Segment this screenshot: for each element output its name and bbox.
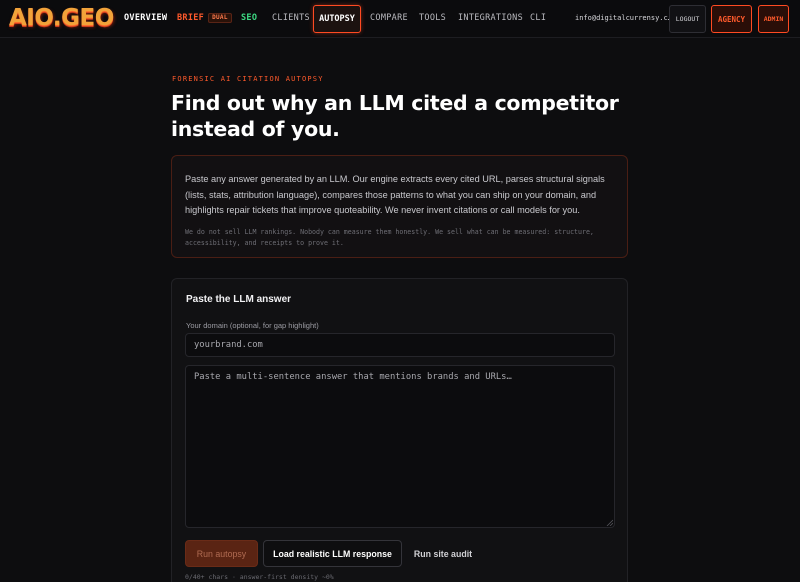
- agency-button[interactable]: AGENCY: [711, 5, 752, 33]
- run-autopsy-button[interactable]: Run autopsy: [185, 540, 258, 567]
- nav-seo[interactable]: SEO: [241, 13, 257, 24]
- nav-cli[interactable]: CLI: [530, 13, 546, 24]
- logout-button[interactable]: LOGOUT: [669, 5, 706, 33]
- run-site-audit-button[interactable]: Run site audit: [408, 540, 478, 567]
- eyebrow-label: FORENSIC AI CITATION AUTOPSY: [172, 75, 324, 83]
- intro-note: We do not sell LLM rankings. Nobody can …: [185, 227, 594, 248]
- nav-tools[interactable]: TOOLS: [419, 13, 446, 24]
- nav-compare[interactable]: COMPARE: [370, 13, 408, 24]
- page-title: Find out why an LLM cited a competitor i…: [171, 91, 619, 141]
- domain-input[interactable]: [185, 333, 615, 357]
- char-count-meta: 0/40+ chars · answer-first density ~0%: [185, 573, 334, 581]
- user-email: info@digitalcurrensy.c…: [575, 14, 672, 22]
- nav-brief[interactable]: BRIEF DUAL: [177, 13, 232, 24]
- domain-label: Your domain (optional, for gap highlight…: [186, 321, 319, 330]
- resize-handle-icon[interactable]: [606, 519, 613, 526]
- logo[interactable]: AIO.GEO: [9, 5, 114, 31]
- nav-brief-label: BRIEF: [177, 13, 205, 23]
- load-sample-button[interactable]: Load realistic LLM response: [263, 540, 402, 567]
- admin-button[interactable]: ADMIN: [758, 5, 789, 33]
- intro-text: Paste any answer generated by an LLM. Ou…: [185, 174, 605, 215]
- dual-badge: DUAL: [208, 13, 232, 23]
- form-title: Paste the LLM answer: [186, 294, 292, 305]
- answer-textarea[interactable]: [185, 365, 615, 528]
- autopsy-form-card: Paste the LLM answer Your domain (option…: [171, 278, 628, 582]
- nav-integrations[interactable]: INTEGRATIONS: [458, 13, 523, 24]
- nav-autopsy[interactable]: AUTOPSY: [313, 5, 361, 33]
- nav-overview[interactable]: OVERVIEW: [124, 13, 167, 24]
- top-nav: AIO.GEO OVERVIEW BRIEF DUAL SEO CLIENTS A…: [0, 0, 800, 38]
- intro-card: Paste any answer generated by an LLM. Ou…: [171, 155, 628, 258]
- nav-clients[interactable]: CLIENTS: [272, 13, 310, 24]
